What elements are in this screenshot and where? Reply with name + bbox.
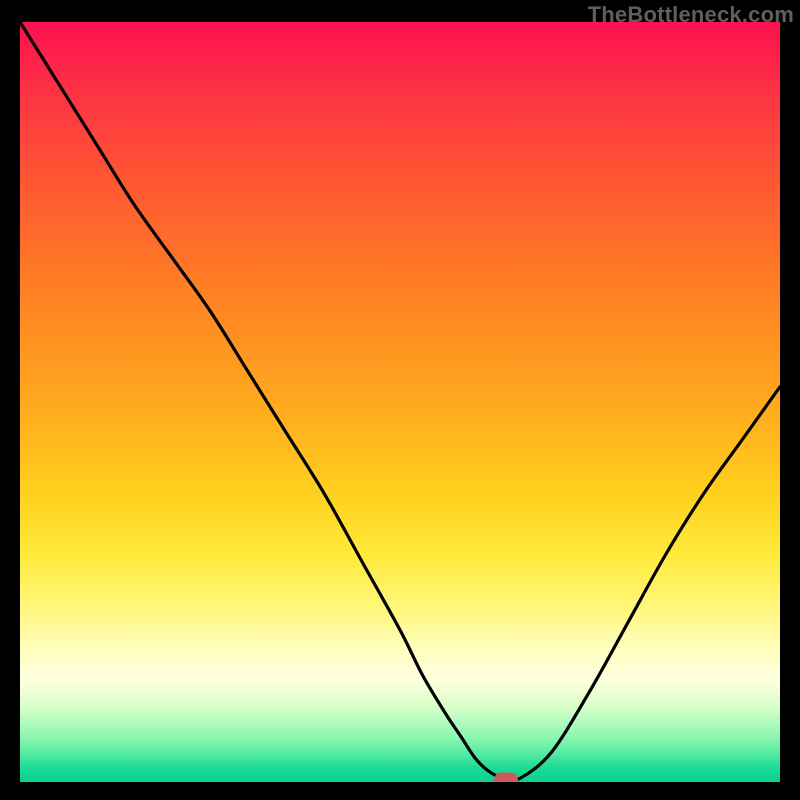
plot-outer <box>20 22 780 782</box>
watermark-text: TheBottleneck.com <box>588 2 794 28</box>
chart-frame: TheBottleneck.com <box>0 0 800 800</box>
optimum-marker-icon <box>494 772 518 782</box>
plot-area <box>20 22 780 782</box>
bottleneck-curve <box>20 22 780 782</box>
